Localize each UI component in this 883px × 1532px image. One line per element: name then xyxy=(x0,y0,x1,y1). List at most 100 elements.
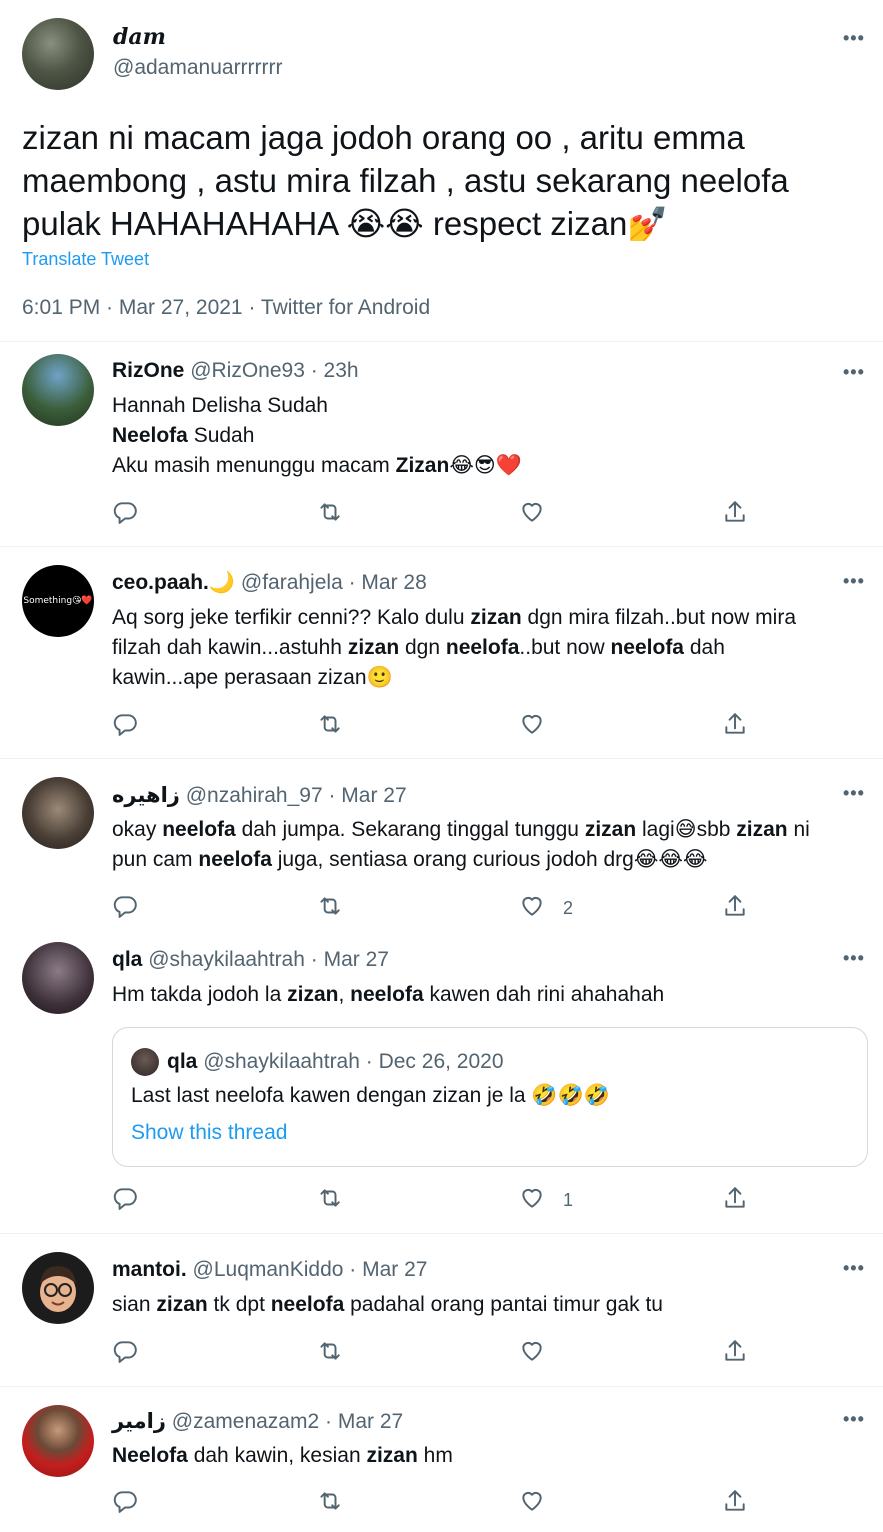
like-button[interactable]: 2 xyxy=(519,893,573,923)
reply-button[interactable] xyxy=(112,711,138,741)
main-tweet-meta[interactable]: 6:01 PM · Mar 27, 2021 · Twitter for And… xyxy=(22,296,430,320)
share-button[interactable] xyxy=(722,1185,748,1215)
show-thread-link[interactable]: Show this thread xyxy=(131,1121,287,1145)
highlighted-keyword: zizan xyxy=(287,983,339,1006)
heart-icon xyxy=(519,499,545,530)
reply-display-name[interactable]: RizOne xyxy=(112,359,184,382)
text-run: dgn mira filzah..but now mira xyxy=(521,606,797,629)
avatar[interactable]: Something😘❤️ xyxy=(22,565,94,637)
reply-text: okay neelofa dah jumpa. Sekarang tinggal… xyxy=(112,815,872,875)
more-options-icon[interactable]: ••• xyxy=(843,1409,865,1430)
reply-actions xyxy=(112,1338,752,1368)
text-run: kawen dah rini ahahahah xyxy=(423,983,665,1006)
share-icon xyxy=(722,1185,748,1216)
reply-display-name[interactable]: qla xyxy=(112,948,142,971)
reply-tweet[interactable]: qla @shaykilaahtrah · Mar 27 ••• Hm takd… xyxy=(0,934,883,1234)
highlighted-keyword: zizan xyxy=(347,636,400,659)
reply-handle-time[interactable]: @farahjela · Mar 28 xyxy=(241,571,427,594)
share-button[interactable] xyxy=(722,711,748,741)
text-run: sian xyxy=(112,1293,157,1316)
reply-tweet[interactable]: Something😘❤️ ceo.paah.🌙 @farahjela · Mar… xyxy=(0,547,883,759)
text-run: , xyxy=(338,983,351,1006)
retweet-button[interactable] xyxy=(316,1185,342,1215)
text-run: pun cam xyxy=(112,848,199,871)
retweet-button[interactable] xyxy=(316,1488,342,1518)
reply-button[interactable] xyxy=(112,893,138,923)
more-options-icon[interactable]: ••• xyxy=(843,1258,865,1279)
reply-button[interactable] xyxy=(112,1338,138,1368)
reply-display-name[interactable]: زاهيره xyxy=(112,784,180,807)
share-icon xyxy=(722,893,748,924)
avatar[interactable] xyxy=(22,354,94,426)
avatar[interactable] xyxy=(22,777,94,849)
share-button[interactable] xyxy=(722,499,748,529)
more-options-icon[interactable]: ••• xyxy=(843,362,865,383)
reply-handle-time[interactable]: @shaykilaahtrah · Mar 27 xyxy=(148,948,389,971)
retweet-icon xyxy=(316,1185,342,1216)
more-options-icon[interactable]: ••• xyxy=(843,783,865,804)
quoted-tweet[interactable]: qla @shaykilaahtrah · Dec 26, 2020 Last … xyxy=(112,1027,868,1167)
reply-tweet[interactable]: زاهيره @nzahirah_97 · Mar 27 ••• okay ne… xyxy=(0,759,883,934)
retweet-button[interactable] xyxy=(316,499,342,529)
highlighted-keyword: neelofa xyxy=(198,848,272,871)
share-button[interactable] xyxy=(722,1488,748,1518)
like-button[interactable] xyxy=(519,1338,563,1368)
text-run: tk dpt xyxy=(207,1293,271,1316)
reply-tweet[interactable]: mantoi. @LuqmanKiddo · Mar 27 ••• sian z… xyxy=(0,1234,883,1387)
translate-tweet-link[interactable]: Translate Tweet xyxy=(22,249,149,270)
reply-handle-time[interactable]: @zamenazam2 · Mar 27 xyxy=(172,1410,403,1433)
main-tweet-avatar[interactable] xyxy=(22,18,94,90)
reply-button[interactable] xyxy=(112,1488,138,1518)
reply-text-line: Hm takda jodoh la zizan, neelofa kawen d… xyxy=(112,980,872,1010)
reply-display-name[interactable]: زامير xyxy=(112,1410,166,1433)
highlighted-keyword: zizan xyxy=(584,818,637,841)
avatar[interactable] xyxy=(22,1252,94,1324)
reply-button[interactable] xyxy=(112,1185,138,1215)
highlighted-keyword: Neelofa xyxy=(112,1444,188,1467)
highlighted-keyword: zizan xyxy=(366,1444,418,1467)
text-run: filzah dah kawin...astuhh xyxy=(112,636,348,659)
main-tweet-handle[interactable]: @adamanuarrrrrrr xyxy=(113,56,283,80)
like-button[interactable] xyxy=(519,1488,563,1518)
more-options-icon[interactable]: ••• xyxy=(843,948,865,969)
heart-icon xyxy=(519,1488,545,1519)
reply-tweet[interactable]: زامير @zamenazam2 · Mar 27 ••• Neelofa d… xyxy=(0,1387,883,1532)
avatar[interactable] xyxy=(22,1405,94,1477)
reply-button[interactable] xyxy=(112,499,138,529)
text-run: kawin...ape perasaan zizan🙂 xyxy=(112,666,393,689)
reply-handle-time[interactable]: @nzahirah_97 · Mar 27 xyxy=(186,784,407,807)
reply-text: Neelofa dah kawin, kesian zizan hm xyxy=(112,1441,872,1471)
retweet-button[interactable] xyxy=(316,893,342,923)
reply-icon xyxy=(112,711,138,742)
reply-text-line: Aku masih menunggu macam Zizan😂😎❤️ xyxy=(112,451,872,481)
like-button[interactable]: 1 xyxy=(519,1185,573,1215)
avatar[interactable] xyxy=(22,942,94,1014)
more-options-icon[interactable]: ••• xyxy=(843,28,865,49)
reply-text-line: okay neelofa dah jumpa. Sekarang tinggal… xyxy=(112,815,872,845)
main-tweet: dam @adamanuarrrrrrr ••• zizan ni macam … xyxy=(0,0,883,342)
reply-handle-time[interactable]: @RizOne93 · 23h xyxy=(190,359,358,382)
reply-icon xyxy=(112,1185,138,1216)
like-button[interactable] xyxy=(519,711,563,741)
reply-actions xyxy=(112,1488,752,1518)
main-tweet-display-name[interactable]: dam xyxy=(113,24,166,50)
reply-text-line: Neelofa dah kawin, kesian zizan hm xyxy=(112,1441,872,1471)
share-button[interactable] xyxy=(722,1338,748,1368)
reply-display-name[interactable]: ceo.paah.🌙 xyxy=(112,571,235,594)
retweet-button[interactable] xyxy=(316,1338,342,1368)
more-options-icon[interactable]: ••• xyxy=(843,571,865,592)
share-button[interactable] xyxy=(722,893,748,923)
like-button[interactable] xyxy=(519,499,563,529)
reply-text-line: Neelofa Sudah xyxy=(112,421,872,451)
reply-icon xyxy=(112,1488,138,1519)
retweet-icon xyxy=(316,893,342,924)
reply-tweet[interactable]: RizOne @RizOne93 · 23h ••• Hannah Delish… xyxy=(0,342,883,547)
reply-icon xyxy=(112,1338,138,1369)
highlighted-keyword: neelofa xyxy=(445,636,520,659)
text-run: Aku masih menunggu macam xyxy=(112,454,396,477)
reply-display-name[interactable]: mantoi. xyxy=(112,1258,187,1281)
quoted-tweet-avatar[interactable] xyxy=(131,1048,159,1076)
retweet-button[interactable] xyxy=(316,711,342,741)
reply-handle-time[interactable]: @LuqmanKiddo · Mar 27 xyxy=(193,1258,428,1281)
retweet-icon xyxy=(316,711,342,742)
